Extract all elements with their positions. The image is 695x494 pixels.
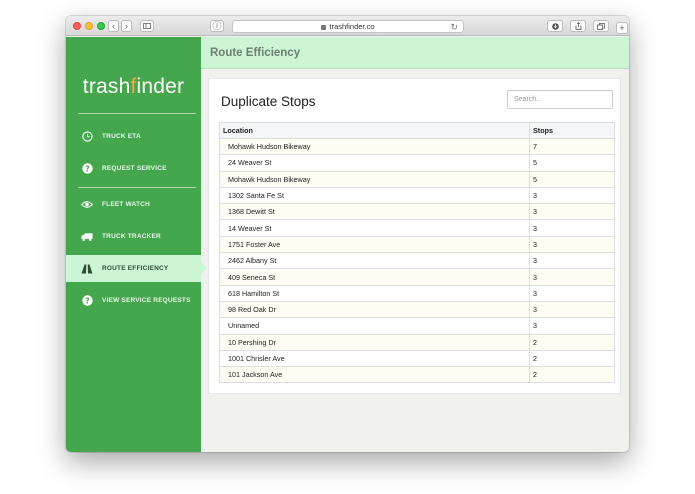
close-window-button[interactable] xyxy=(73,22,81,30)
sidebar: trashfinder TRUCK ETA ? REQUEST SERVICE … xyxy=(66,37,207,452)
location-cell: 1302 Santa Fe St xyxy=(219,186,530,205)
reload-icon[interactable]: ↻ xyxy=(450,22,458,33)
table-row: 1302 Santa Fe St 3 xyxy=(219,186,615,205)
table-row: 98 Red Oak Dr 3 xyxy=(219,300,615,319)
svg-text:?: ? xyxy=(85,164,90,173)
logo-text-left: trash xyxy=(82,75,131,98)
location-cell: 10 Pershing Dr xyxy=(219,333,530,351)
clock-icon xyxy=(81,131,93,143)
sidebar-item-request-service[interactable]: ? REQUEST SERVICE xyxy=(66,155,201,182)
browser-toolbar: ‹ › ⓘ trashfinder.co ↻ + xyxy=(66,16,629,36)
stops-cell: 3 xyxy=(529,300,615,319)
sidebar-item-label: ROUTE EFFICIENCY xyxy=(102,265,169,272)
eye-icon xyxy=(81,199,93,211)
table-row: Mohawk Hudson Bikeway 7 xyxy=(219,137,615,156)
stops-cell: 3 xyxy=(529,252,615,270)
column-header-stops[interactable]: Stops xyxy=(529,122,615,139)
location-cell: 618 Hamilton St xyxy=(219,284,530,302)
zoom-window-button[interactable] xyxy=(97,22,105,30)
table-row: Unnamed 3 xyxy=(219,317,615,335)
location-cell: Mohawk Hudson Bikeway xyxy=(219,170,530,188)
info-icon[interactable]: ⓘ xyxy=(210,20,224,32)
duplicate-stops-card: Duplicate Stops Search... Location Stops… xyxy=(208,78,621,394)
sidebar-divider xyxy=(78,113,196,114)
card-title: Duplicate Stops xyxy=(221,94,316,109)
table-row: 10 Pershing Dr 2 xyxy=(219,333,615,351)
table-row: 1368 Dewitt St 3 xyxy=(219,203,615,221)
table-row: 24 Weaver St 5 xyxy=(219,154,615,172)
sidebar-item-label: VIEW SERVICE REQUESTS xyxy=(102,297,191,304)
download-icon[interactable] xyxy=(547,20,563,32)
search-placeholder: Search... xyxy=(514,96,543,103)
table-row: 618 Hamilton St 3 xyxy=(219,284,615,302)
stops-cell: 5 xyxy=(529,170,615,188)
stops-cell: 2 xyxy=(529,366,615,384)
table-row: 1001 Chrisler Ave 2 xyxy=(219,349,615,368)
stops-cell: 3 xyxy=(529,219,615,237)
sidebar-item-truck-eta[interactable]: TRUCK ETA xyxy=(66,123,201,150)
location-cell: 24 Weaver St xyxy=(219,154,530,172)
stops-cell: 3 xyxy=(529,284,615,302)
duplicate-stops-table: Location Stops Mohawk Hudson Bikeway 7 24… xyxy=(219,122,615,384)
table-row: Mohawk Hudson Bikeway 5 xyxy=(219,170,615,188)
share-icon[interactable] xyxy=(570,20,586,32)
location-cell: 14 Weaver St xyxy=(219,219,530,237)
stops-cell: 7 xyxy=(529,137,615,156)
sidebar-item-view-service-requests[interactable]: ? VIEW SERVICE REQUESTS xyxy=(66,287,201,314)
column-header-location[interactable]: Location xyxy=(219,122,530,139)
table-row: 14 Weaver St 3 xyxy=(219,219,615,237)
lock-icon xyxy=(321,25,327,30)
location-cell: 2462 Albany St xyxy=(219,252,530,270)
sidebar-item-fleet-watch[interactable]: FLEET WATCH xyxy=(66,191,201,218)
forward-icon[interactable]: › xyxy=(121,20,132,32)
location-cell: 409 Seneca St xyxy=(219,268,530,286)
new-tab-button[interactable]: + xyxy=(616,22,628,34)
stops-cell: 3 xyxy=(529,317,615,335)
tabs-icon[interactable] xyxy=(593,20,609,32)
url-text: trashfinder.co xyxy=(329,22,375,31)
page-title: Route Efficiency xyxy=(210,47,301,59)
address-bar[interactable]: trashfinder.co ↻ xyxy=(232,20,464,33)
sidebar-item-truck-tracker[interactable]: TRUCK TRACKER xyxy=(66,223,201,250)
location-cell: 101 Jackson Ave xyxy=(219,366,530,384)
location-cell: 1001 Chrisler Ave xyxy=(219,349,530,368)
sidebar-item-label: TRUCK ETA xyxy=(102,133,141,140)
location-cell: 98 Red Oak Dr xyxy=(219,300,530,319)
question-icon: ? xyxy=(81,295,93,307)
stops-cell: 3 xyxy=(529,268,615,286)
svg-text:?: ? xyxy=(85,296,90,305)
location-cell: 1751 Foster Ave xyxy=(219,235,530,254)
location-cell: Mohawk Hudson Bikeway xyxy=(219,137,530,156)
truck-icon xyxy=(81,231,93,243)
question-icon: ? xyxy=(81,163,93,175)
stops-cell: 3 xyxy=(529,235,615,254)
browser-window: ‹ › ⓘ trashfinder.co ↻ + trashfinder TRU… xyxy=(66,16,629,452)
table-row: 101 Jackson Ave 2 xyxy=(219,366,615,384)
sidebar-toggle-icon[interactable] xyxy=(140,20,154,32)
table-row: 2462 Albany St 3 xyxy=(219,252,615,270)
sidebar-item-label: FLEET WATCH xyxy=(102,201,150,208)
sidebar-item-route-efficiency[interactable]: ROUTE EFFICIENCY xyxy=(66,255,207,282)
page-header: Route Efficiency xyxy=(201,37,629,69)
stops-cell: 3 xyxy=(529,186,615,205)
location-cell: 1368 Dewitt St xyxy=(219,203,530,221)
sidebar-divider xyxy=(78,187,196,188)
stops-cell: 3 xyxy=(529,203,615,221)
stops-cell: 2 xyxy=(529,333,615,351)
location-cell: Unnamed xyxy=(219,317,530,335)
table-row: 1751 Foster Ave 3 xyxy=(219,235,615,254)
logo-text-right: inder xyxy=(136,75,185,98)
stops-cell: 5 xyxy=(529,154,615,172)
sidebar-item-label: REQUEST SERVICE xyxy=(102,165,167,172)
stops-cell: 2 xyxy=(529,349,615,368)
back-icon[interactable]: ‹ xyxy=(108,20,119,32)
table-row: 409 Seneca St 3 xyxy=(219,268,615,286)
trashfinder-logo[interactable]: trashfinder xyxy=(66,75,201,99)
table-header-row: Location Stops xyxy=(219,122,615,139)
minimize-window-button[interactable] xyxy=(85,22,93,30)
road-icon xyxy=(81,263,93,275)
search-input[interactable]: Search... xyxy=(507,90,613,109)
sidebar-item-label: TRUCK TRACKER xyxy=(102,233,161,240)
